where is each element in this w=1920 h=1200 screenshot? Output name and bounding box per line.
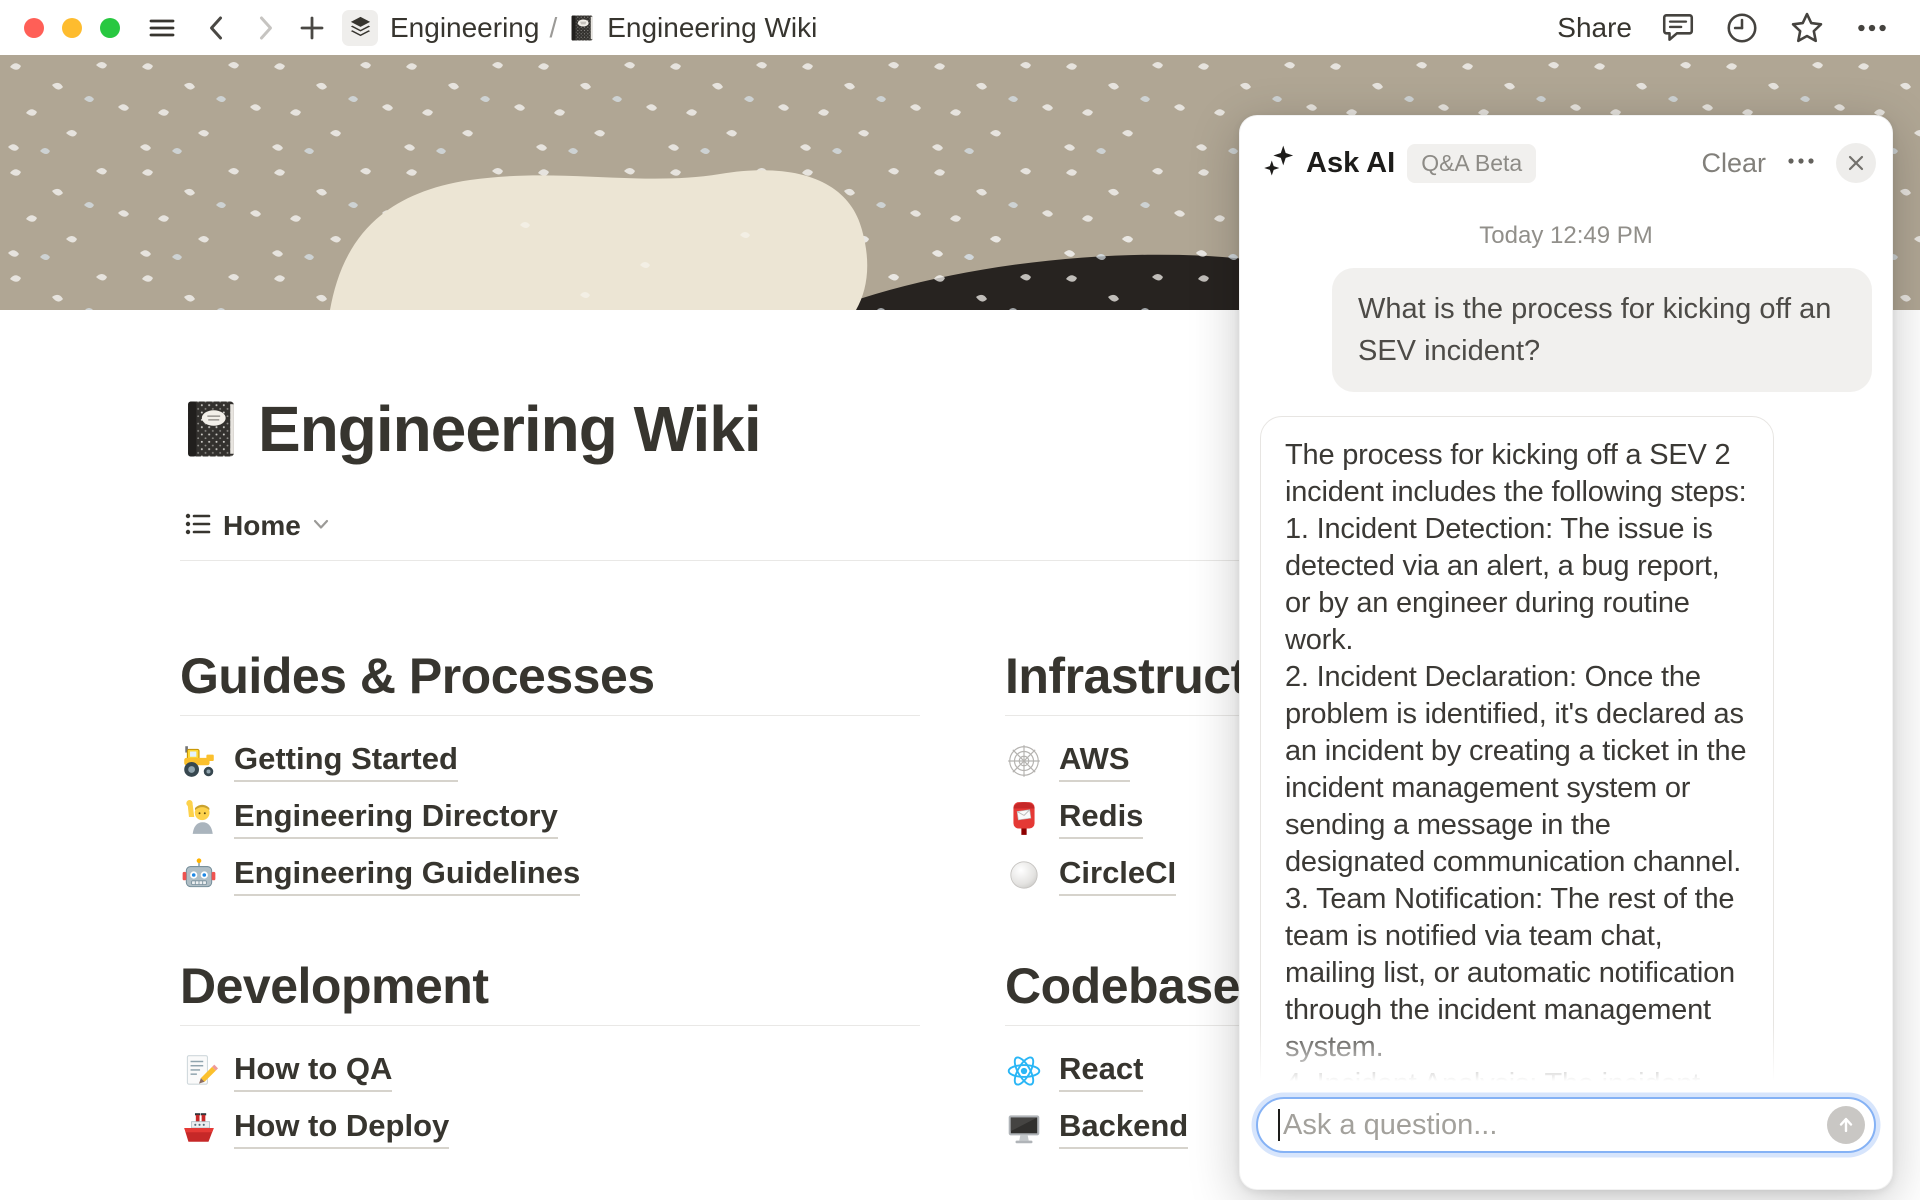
text-caret — [1278, 1109, 1280, 1141]
chat-timestamp: Today 12:49 PM — [1260, 222, 1872, 250]
robot-icon — [180, 856, 218, 894]
wiki-link-getting-started[interactable]: Getting Started — [180, 732, 920, 789]
minimize-window-button[interactable] — [62, 18, 82, 38]
wiki-link-label: Backend — [1059, 1107, 1188, 1149]
desktop-computer-icon — [1005, 1109, 1043, 1147]
tab-home-label: Home — [223, 510, 301, 542]
new-page-icon[interactable] — [296, 12, 328, 44]
forward-icon[interactable] — [250, 13, 280, 43]
notebook-icon — [567, 13, 597, 43]
wiki-link-label: AWS — [1059, 740, 1130, 782]
section-heading: Guides & Processes — [180, 648, 920, 716]
sidebar-menu-icon[interactable] — [146, 12, 178, 44]
user-question-bubble: What is the process for kicking off an S… — [1332, 268, 1872, 392]
close-icon[interactable] — [1836, 143, 1876, 183]
sparkle-ai-icon — [1262, 144, 1296, 183]
tractor-icon — [180, 742, 218, 780]
more-options-icon[interactable] — [1854, 10, 1890, 46]
page-icon-notebook[interactable] — [178, 396, 244, 462]
section-heading: Development — [180, 958, 920, 1026]
wiki-link-label: Getting Started — [234, 740, 458, 782]
ask-question-inputbar — [1256, 1097, 1876, 1153]
window-controls — [24, 18, 120, 38]
wiki-link-label: Engineering Guidelines — [234, 854, 580, 896]
wiki-link-how-to-deploy[interactable]: How to Deploy — [180, 1099, 920, 1156]
ai-answer-bubble: The process for kicking off a SEV 2 inci… — [1260, 416, 1774, 1094]
teamspace-layers-icon[interactable] — [342, 10, 378, 46]
comments-icon[interactable] — [1660, 10, 1696, 46]
ask-ai-title: Ask AI — [1306, 147, 1395, 180]
wiki-link-engineering-directory[interactable]: Engineering Directory — [180, 789, 920, 846]
section-guides-processes: Guides & Processes Getting Started Enginee… — [180, 648, 920, 903]
breadcrumb: Engineering / Engineering Wiki — [390, 12, 817, 44]
window-toolbar: Engineering / Engineering Wiki Share — [0, 0, 1920, 55]
zoom-window-button[interactable] — [100, 18, 120, 38]
section-development: Development How to QA How to Deploy — [180, 958, 920, 1156]
qa-beta-badge: Q&A Beta — [1407, 144, 1536, 183]
close-window-button[interactable] — [24, 18, 44, 38]
chevron-down-icon — [311, 514, 331, 539]
favorite-star-icon[interactable] — [1788, 9, 1826, 47]
ask-ai-header: Ask AI Q&A Beta Clear — [1240, 116, 1892, 196]
wiki-link-label: React — [1059, 1050, 1143, 1092]
wiki-link-label: CircleCI — [1059, 854, 1176, 896]
back-icon[interactable] — [202, 13, 232, 43]
list-view-icon — [183, 509, 213, 544]
breadcrumb-separator: / — [549, 12, 557, 44]
postbox-icon — [1005, 799, 1043, 837]
ask-question-input[interactable] — [1283, 1109, 1827, 1142]
breadcrumb-team[interactable]: Engineering — [390, 12, 539, 44]
history-clock-icon[interactable] — [1724, 10, 1760, 46]
wiki-link-how-to-qa[interactable]: How to QA — [180, 1042, 920, 1099]
wiki-link-label: Engineering Directory — [234, 797, 558, 839]
clear-button[interactable]: Clear — [1701, 148, 1766, 179]
white-circle-icon — [1005, 856, 1043, 894]
breadcrumb-page[interactable]: Engineering Wiki — [607, 12, 817, 44]
chat-messages: Today 12:49 PM What is the process for k… — [1240, 196, 1892, 1094]
person-raising-hand-icon — [180, 799, 218, 837]
react-logo-icon — [1005, 1052, 1043, 1090]
ship-icon — [180, 1109, 218, 1147]
wiki-link-label: How to Deploy — [234, 1107, 449, 1149]
share-button[interactable]: Share — [1557, 12, 1632, 44]
wiki-link-engineering-guidelines[interactable]: Engineering Guidelines — [180, 846, 920, 903]
wiki-link-label: How to QA — [234, 1050, 392, 1092]
ask-ai-panel: Ask AI Q&A Beta Clear Today 12:49 PM Wha… — [1239, 115, 1893, 1190]
tab-home[interactable]: Home — [183, 506, 331, 546]
spider-web-icon — [1005, 742, 1043, 780]
memo-icon — [180, 1052, 218, 1090]
page-title: Engineering Wiki — [258, 392, 761, 466]
send-icon[interactable] — [1827, 1106, 1865, 1144]
panel-more-options-icon[interactable] — [1786, 146, 1816, 181]
wiki-link-label: Redis — [1059, 797, 1143, 839]
